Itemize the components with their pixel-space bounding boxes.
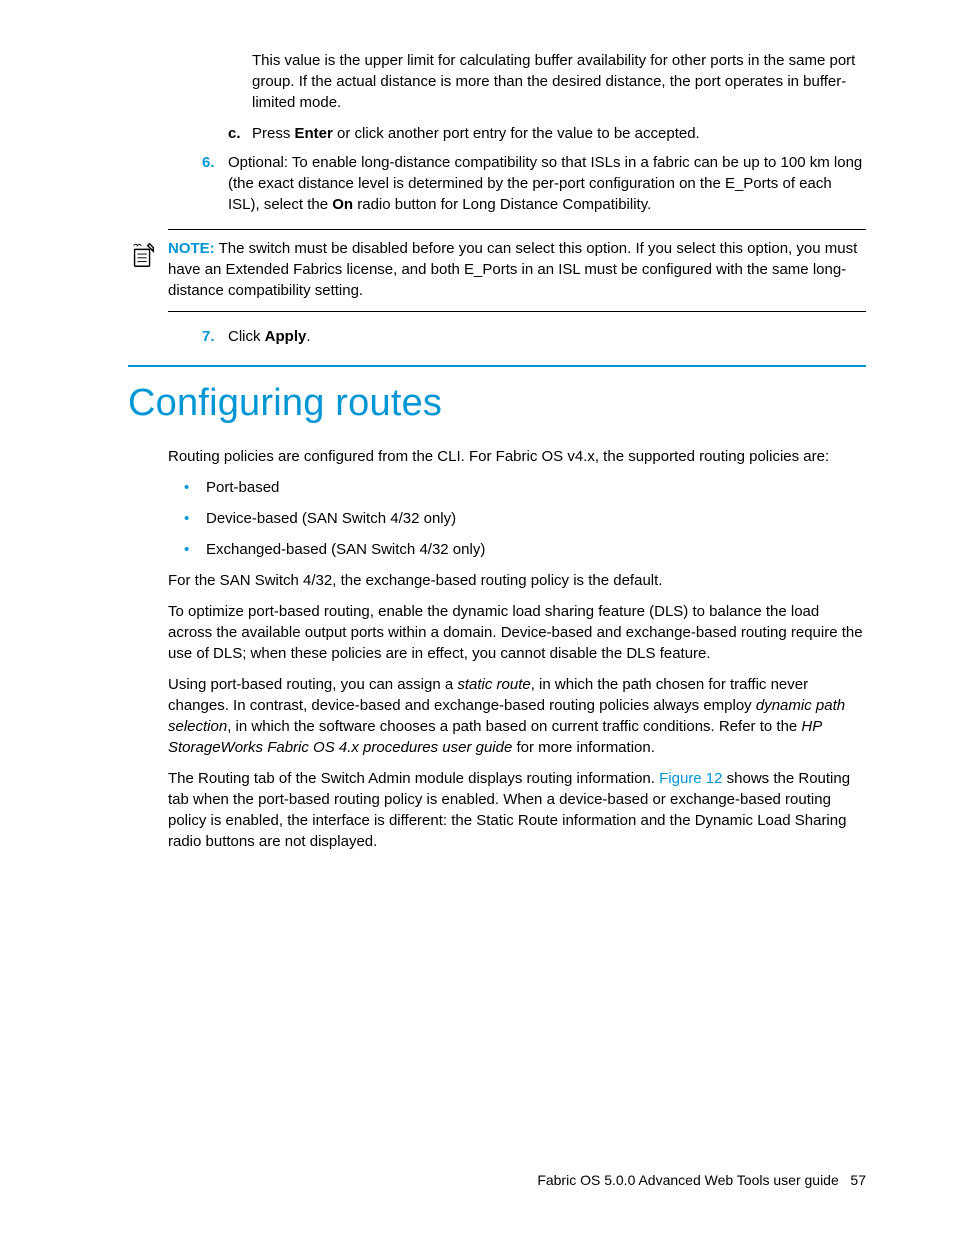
section-divider [128, 365, 866, 367]
section-heading: Configuring routes [128, 377, 866, 430]
bullet-item: Exchanged-based (SAN Switch 4/32 only) [184, 539, 866, 560]
text-run: The Routing tab of the Switch Admin modu… [168, 770, 659, 787]
step-c-marker: c. [228, 123, 241, 144]
italic-run: static route [457, 676, 530, 693]
numbered-steps-2: 7. Click Apply. [202, 326, 866, 347]
text-run: for more information. [512, 739, 655, 756]
intro-paragraph: This value is the upper limit for calcul… [252, 50, 866, 113]
paragraph: For the SAN Switch 4/32, the exchange-ba… [168, 570, 866, 591]
paragraph: To optimize port-based routing, enable t… [168, 601, 866, 664]
step-7-pre: Click [228, 328, 265, 345]
page-footer: Fabric OS 5.0.0 Advanced Web Tools user … [537, 1171, 866, 1191]
step-6-marker: 6. [202, 152, 215, 173]
paragraph: The Routing tab of the Switch Admin modu… [168, 768, 866, 852]
step-7: 7. Click Apply. [202, 326, 866, 347]
note-icon [128, 240, 158, 270]
section-intro: Routing policies are configured from the… [168, 446, 866, 467]
step-7-bold: Apply [265, 328, 307, 345]
step-c-post: or click another port entry for the valu… [333, 125, 700, 142]
bullet-item: Device-based (SAN Switch 4/32 only) [184, 508, 866, 529]
text-run: Using port-based routing, you can assign… [168, 676, 457, 693]
page-number: 57 [850, 1172, 866, 1188]
step-6-post: radio button for Long Distance Compatibi… [353, 196, 651, 213]
numbered-steps: 6. Optional: To enable long-distance com… [202, 152, 866, 215]
paragraph: Using port-based routing, you can assign… [168, 674, 866, 758]
note-text: The switch must be disabled before you c… [168, 240, 857, 299]
step-c-bold: Enter [295, 125, 333, 142]
step-c: c. Press Enter or click another port ent… [228, 123, 866, 144]
step-7-post: . [306, 328, 310, 345]
step-6-bold: On [332, 196, 353, 213]
footer-title: Fabric OS 5.0.0 Advanced Web Tools user … [537, 1172, 838, 1188]
bullet-item: Port-based [184, 477, 866, 498]
step-c-pre: Press [252, 125, 295, 142]
figure-link[interactable]: Figure 12 [659, 770, 722, 787]
step-7-marker: 7. [202, 326, 215, 347]
text-run: , in which the software chooses a path b… [227, 718, 801, 735]
note-block: NOTE: The switch must be disabled before… [168, 229, 866, 312]
step-6: 6. Optional: To enable long-distance com… [202, 152, 866, 215]
routing-policy-list: Port-based Device-based (SAN Switch 4/32… [184, 477, 866, 560]
note-label: NOTE: [168, 240, 215, 257]
sub-step-list: c. Press Enter or click another port ent… [228, 123, 866, 144]
